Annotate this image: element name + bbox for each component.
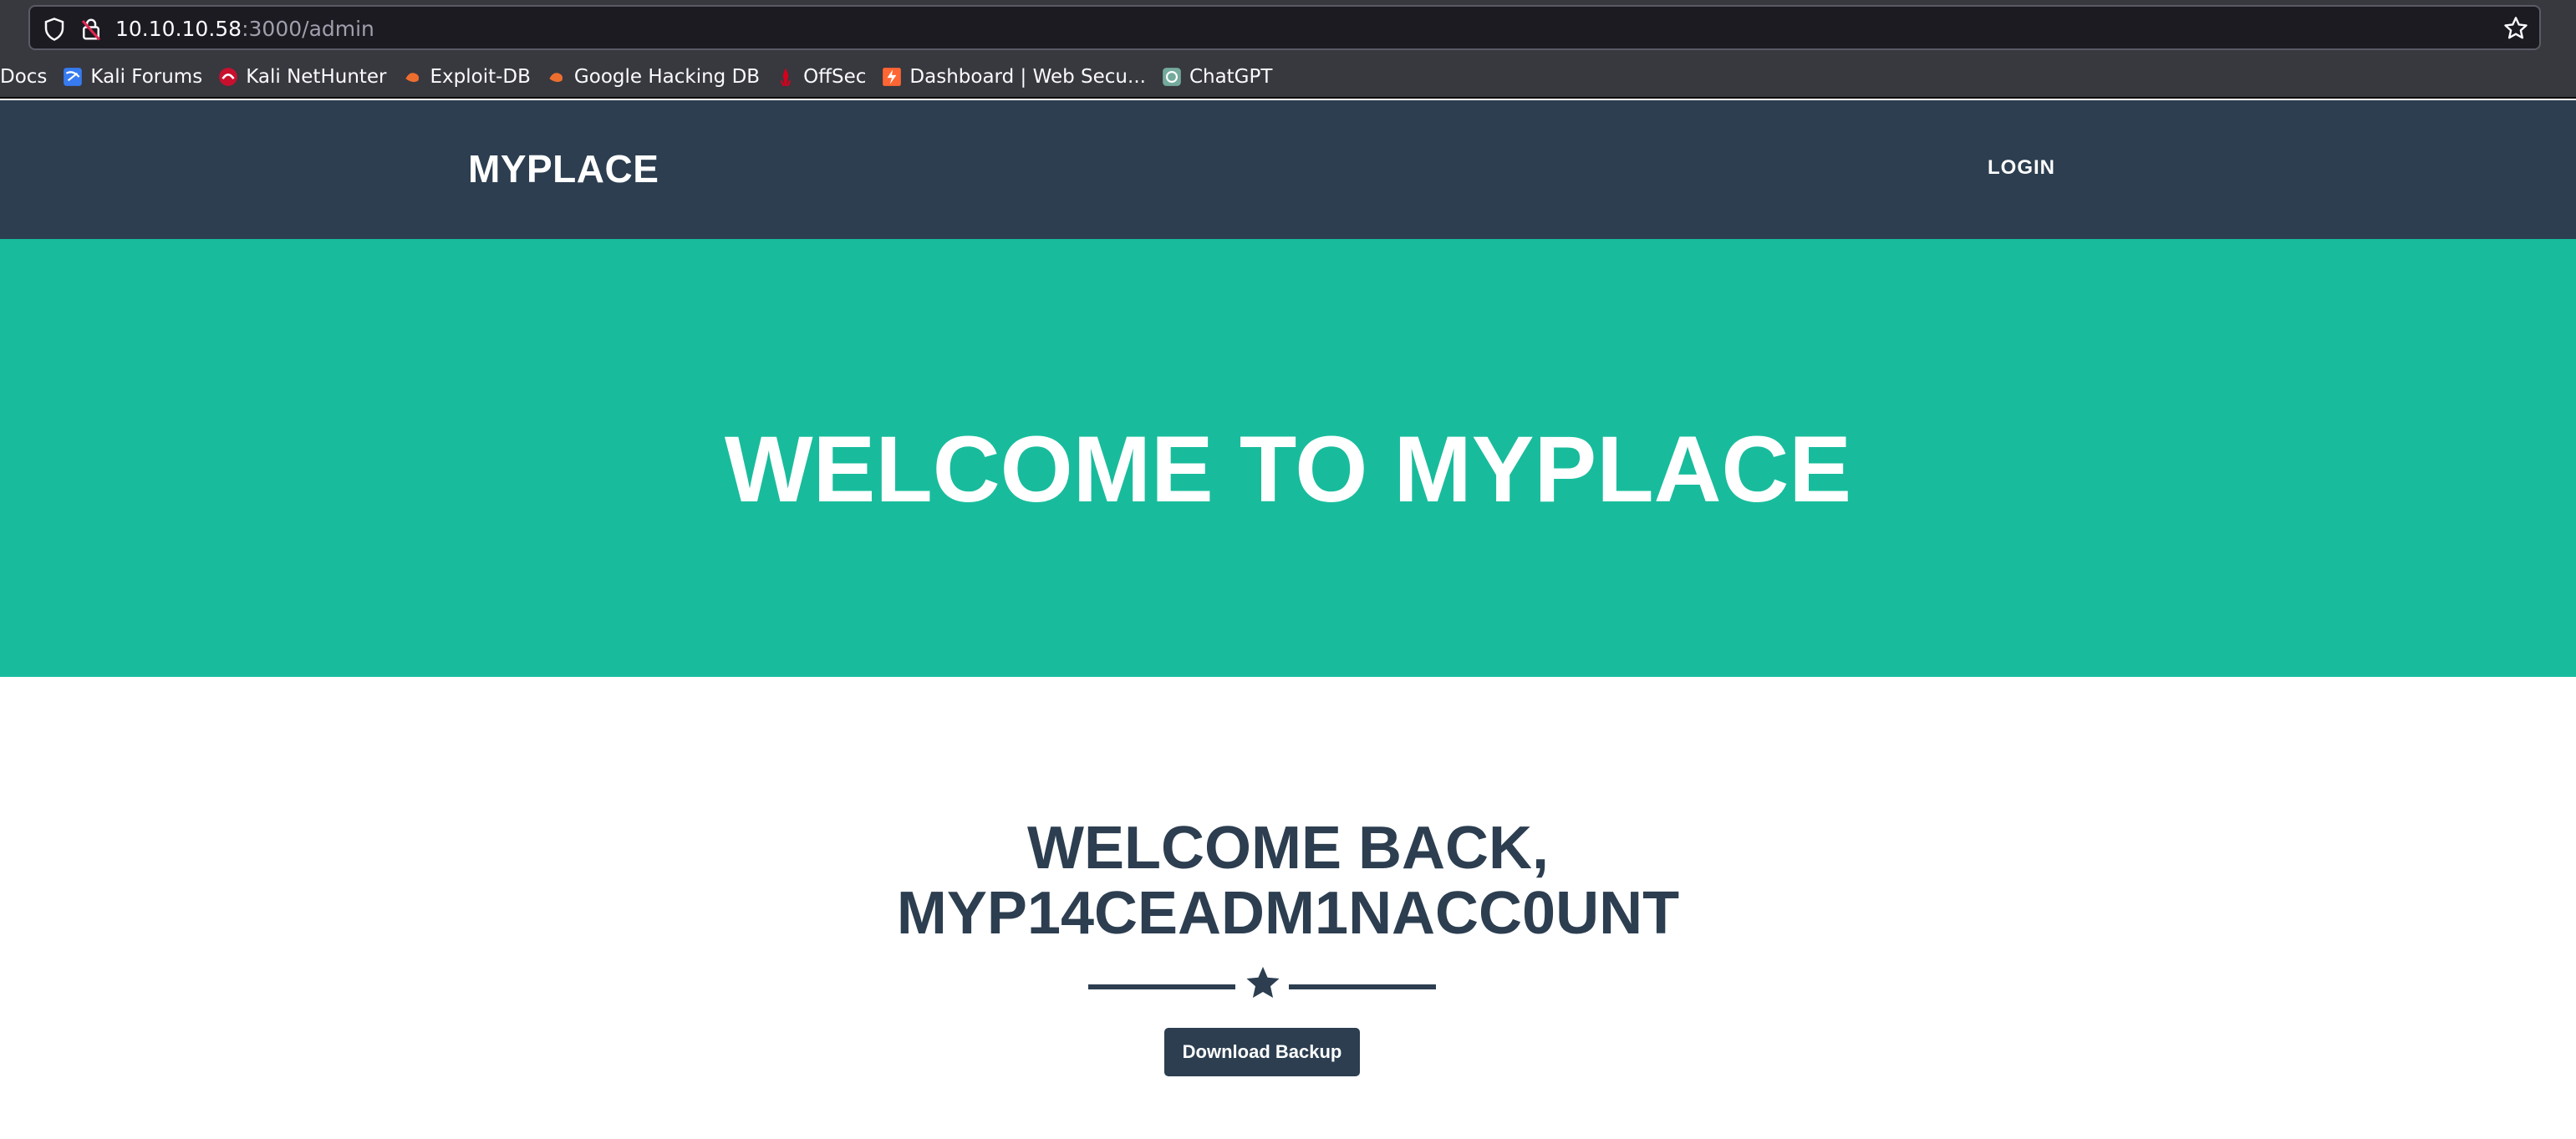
kali-forums-icon [62, 66, 84, 88]
chatgpt-icon [1161, 66, 1183, 88]
bookmark-offsec[interactable]: OffSec [775, 66, 866, 88]
bookmark-label: Google Hacking DB [573, 66, 761, 88]
welcome-heading: WELCOME BACK, MYP14CEADM1NACC0UNT [0, 816, 2576, 946]
brand-logo-link[interactable]: MYPLACE [468, 147, 659, 191]
bookmark-docs[interactable]: Docs [0, 66, 47, 88]
welcome-section: WELCOME BACK, MYP14CEADM1NACC0UNT Downlo… [0, 677, 2576, 1139]
site-navbar: MYPLACE LOGIN [0, 100, 2576, 239]
url-host: 10.10.10.58 [115, 17, 242, 41]
url-path: :3000/admin [242, 17, 374, 41]
bookmark-label: ChatGPT [1189, 66, 1273, 88]
browser-chrome: 10.10.10.58:3000/admin Docs Kali Forums … [0, 0, 2576, 99]
login-link[interactable]: LOGIN [1988, 155, 2055, 181]
bookmark-label: Dashboard | Web Secu... [909, 66, 1146, 88]
ghdb-icon [546, 66, 568, 88]
bookmark-label: Kali NetHunter [246, 66, 387, 88]
hero-banner: WELCOME TO MYPLACE [0, 239, 2576, 677]
bookmark-exploit-db[interactable]: Exploit-DB [402, 66, 531, 88]
divider-line-right [1289, 984, 1436, 989]
url-text[interactable]: 10.10.10.58:3000/admin [115, 18, 374, 41]
star-icon [1246, 966, 1280, 999]
portswigger-icon [881, 66, 903, 88]
bookmark-label: Kali Forums [90, 66, 203, 88]
hero-title: WELCOME TO MYPLACE [724, 417, 1852, 521]
download-backup-button[interactable]: Download Backup [1164, 1028, 1360, 1076]
bookmark-google-hacking-db[interactable]: Google Hacking DB [546, 66, 760, 88]
welcome-line-1: WELCOME BACK, [1027, 815, 1549, 882]
insecure-lock-icon[interactable] [79, 17, 104, 42]
bookmark-label: Exploit-DB [430, 66, 531, 88]
bookmark-label: OffSec [803, 66, 867, 88]
bookmark-portswigger-dashboard[interactable]: Dashboard | Web Secu... [881, 66, 1146, 88]
shield-icon[interactable] [42, 17, 67, 42]
bookmark-kali-forums[interactable]: Kali Forums [62, 66, 202, 88]
bookmark-label: Docs [0, 66, 48, 88]
welcome-username: MYP14CEADM1NACC0UNT [896, 880, 1680, 947]
star-divider [1088, 964, 1436, 1008]
bookmark-star-icon[interactable] [2502, 15, 2529, 42]
kali-nethunter-icon [217, 66, 239, 88]
address-bar[interactable]: 10.10.10.58:3000/admin [28, 5, 2541, 50]
bookmarks-toolbar: Docs Kali Forums Kali NetHunter Exploit-… [0, 62, 2576, 92]
divider-line-left [1088, 984, 1235, 989]
bookmark-kali-nethunter[interactable]: Kali NetHunter [217, 66, 387, 88]
bookmark-chatgpt[interactable]: ChatGPT [1161, 66, 1273, 88]
exploit-db-icon [402, 66, 424, 88]
offsec-icon [775, 66, 797, 88]
